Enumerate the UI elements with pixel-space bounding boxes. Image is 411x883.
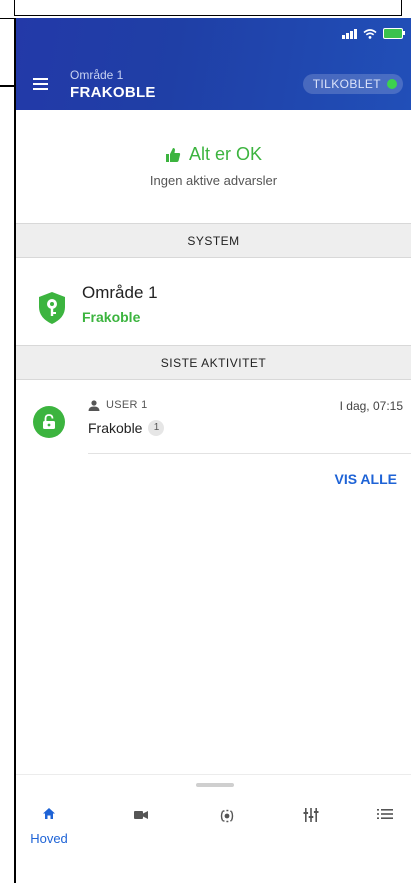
area-row[interactable]: Område 1 Frakoble bbox=[16, 273, 411, 343]
shield-key-icon bbox=[39, 292, 65, 324]
header-title: FRAKOBLE bbox=[70, 84, 156, 101]
activity-user: USER 1 bbox=[88, 399, 148, 411]
nav-item-sensors[interactable] bbox=[202, 807, 252, 830]
system-section-header: SYSTEM bbox=[16, 223, 411, 258]
signal-icon bbox=[342, 28, 357, 39]
activity-section-header: SISTE AKTIVITET bbox=[16, 345, 411, 380]
activity-count-badge: 1 bbox=[148, 420, 165, 436]
battery-icon bbox=[383, 28, 405, 39]
view-all-button[interactable]: VIS ALLE bbox=[335, 471, 398, 487]
list-icon bbox=[377, 809, 393, 819]
connection-dot-icon bbox=[387, 79, 397, 89]
nav-item-label: Hoved bbox=[30, 831, 68, 846]
header-subtitle: Område 1 bbox=[70, 68, 124, 82]
activity-time: I dag, 07:15 bbox=[339, 399, 403, 413]
nav-item-hoved[interactable]: Hoved bbox=[24, 807, 74, 846]
hamburger-icon bbox=[33, 78, 48, 80]
status-summary: Alt er OK Ingen aktive advarsler bbox=[16, 144, 411, 188]
camera-icon bbox=[134, 811, 148, 819]
user-icon bbox=[88, 399, 100, 411]
equalizer-icon bbox=[303, 808, 319, 822]
area-name: Område 1 bbox=[82, 283, 158, 302]
home-icon bbox=[43, 808, 55, 819]
activity-user-name: USER 1 bbox=[106, 399, 148, 411]
menu-button[interactable] bbox=[28, 72, 52, 96]
nav-item-camera[interactable] bbox=[116, 807, 166, 825]
connection-status-badge: TILKOBLET bbox=[302, 74, 403, 94]
screenshot-frame-top bbox=[0, 0, 411, 19]
status-bar-icons bbox=[342, 28, 405, 39]
status-title: Alt er OK bbox=[188, 144, 263, 164]
thumbs-up-icon bbox=[165, 147, 181, 162]
wifi-icon bbox=[363, 28, 377, 39]
activity-action-row: Frakoble 1 bbox=[88, 420, 165, 436]
nav-item-controls[interactable] bbox=[286, 807, 336, 828]
status-subtitle: Ingen aktive advarsler bbox=[149, 173, 278, 188]
sensor-icon bbox=[220, 809, 234, 823]
activity-divider bbox=[88, 453, 411, 454]
bottom-navigation: Hoved bbox=[16, 774, 411, 883]
app-screen: Område 1 FRAKOBLE TILKOBLET Alt er OK In… bbox=[16, 18, 411, 883]
connection-status-label: TILKOBLET bbox=[312, 77, 381, 91]
activity-item[interactable]: USER 1 I dag, 07:15 Frakoble 1 bbox=[16, 388, 411, 474]
status-title-row: Alt er OK bbox=[16, 144, 411, 165]
nav-item-more[interactable] bbox=[360, 807, 410, 825]
app-header: Område 1 FRAKOBLE TILKOBLET bbox=[16, 18, 411, 110]
drag-handle[interactable] bbox=[196, 783, 234, 787]
area-state: Frakoble bbox=[82, 309, 141, 325]
unlock-icon bbox=[33, 406, 65, 438]
frame-border bbox=[14, 0, 402, 16]
activity-action: Frakoble bbox=[88, 420, 143, 436]
